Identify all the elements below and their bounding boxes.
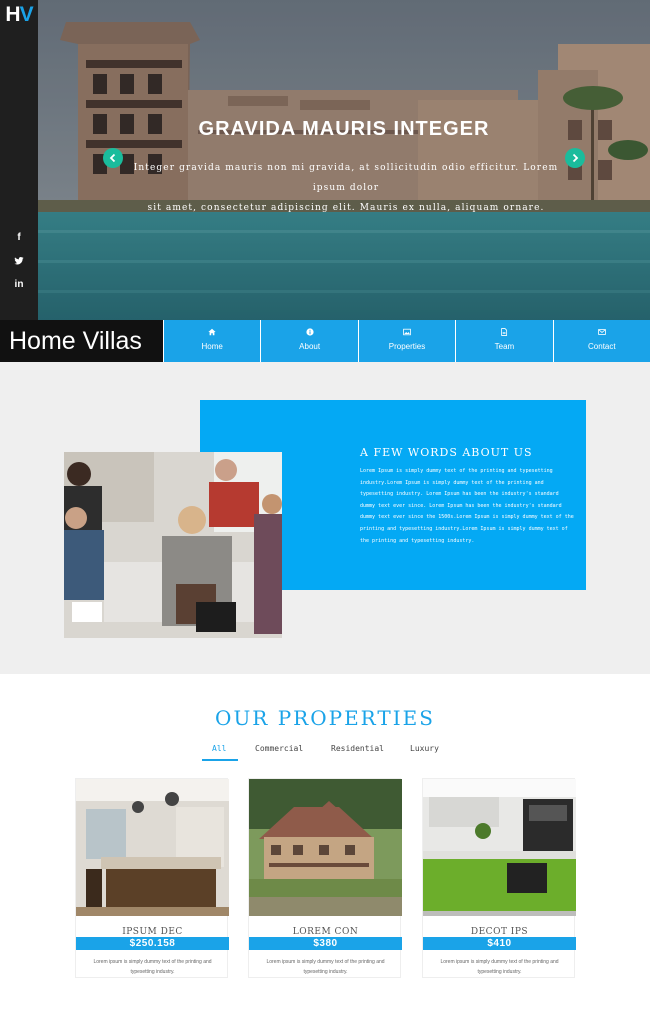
- nav-home[interactable]: Home: [163, 320, 260, 362]
- nav-properties[interactable]: Properties: [357, 320, 455, 362]
- property-description: Lorem ipsum is simply dummy text of the …: [93, 959, 212, 975]
- nav-contact[interactable]: Contact: [552, 320, 650, 362]
- linkedin-glyph: in: [14, 279, 24, 290]
- about-title: A FEW WORDS ABOUT US: [360, 446, 533, 459]
- hero-text: Integer gravida mauris non mi gravida, a…: [130, 158, 562, 218]
- envelope-icon: [597, 329, 606, 335]
- logo-letter-h: H: [5, 3, 20, 26]
- property-card[interactable]: LOREM CON $380 Lorem ipsum is simply dum…: [248, 778, 402, 978]
- property-card[interactable]: DECOT IPS $410 Lorem ipsum is simply dum…: [422, 778, 576, 978]
- property-name: DECOT IPS: [470, 927, 529, 937]
- facebook-icon[interactable]: f: [0, 232, 38, 243]
- nav-about-label: About: [299, 342, 321, 351]
- property-description: Lorem ipsum is simply dummy text of the …: [266, 959, 385, 975]
- facebook-glyph: f: [17, 232, 21, 243]
- twitter-icon[interactable]: [0, 256, 38, 269]
- nav-team-label: Team: [494, 342, 515, 351]
- filter-all[interactable]: All: [212, 744, 226, 753]
- slider-prev-button[interactable]: [103, 148, 123, 168]
- property-photo-house: [249, 779, 402, 916]
- about-text: Lorem Ipsum is simply dummy text of the …: [360, 468, 574, 544]
- document-icon: [501, 328, 508, 336]
- nav-contact-label: Contact: [588, 342, 616, 351]
- info-icon: [306, 328, 314, 336]
- logo-letter-v: V: [19, 3, 34, 26]
- chevron-right-icon: [572, 153, 579, 163]
- nav-about[interactable]: About: [260, 320, 357, 362]
- properties-section: OUR PROPERTIES All Commercial Residentia…: [0, 674, 650, 1036]
- property-name: LOREM CON: [292, 927, 359, 937]
- property-price: $250.158: [76, 937, 229, 950]
- site-logo[interactable]: HV: [0, 0, 38, 30]
- property-name: IPSUM DEC: [122, 927, 183, 937]
- filter-commercial[interactable]: Commercial: [255, 744, 303, 753]
- team-meeting-photo: [64, 452, 282, 638]
- brand-name[interactable]: Home Villas: [0, 320, 163, 362]
- image-icon: [403, 328, 411, 336]
- filter-residential[interactable]: Residential: [331, 744, 384, 753]
- linkedin-icon[interactable]: in: [0, 279, 38, 290]
- hero-slider: GRAVIDA MAURIS INTEGER Integer gravida m…: [38, 0, 650, 320]
- property-price: $380: [249, 937, 402, 950]
- hero-text-line-1: Integer gravida mauris non mi gravida, a…: [133, 163, 559, 193]
- property-photo-kitchen: [76, 779, 229, 916]
- main-nav: Home About Properties Team Contact: [163, 320, 650, 362]
- slider-next-button[interactable]: [565, 148, 585, 168]
- nav-team[interactable]: Team: [455, 320, 552, 362]
- home-icon: [208, 328, 216, 336]
- about-section: A FEW WORDS ABOUT US Lorem Ipsum is simp…: [0, 362, 650, 674]
- filter-active-underline: [202, 759, 238, 761]
- filter-luxury[interactable]: Luxury: [410, 744, 439, 753]
- property-price: $410: [423, 937, 576, 950]
- nav-home-label: Home: [201, 342, 223, 351]
- chevron-left-icon: [109, 153, 116, 163]
- hero-text-line-2: sit amet, consectetur adipiscing elit. M…: [147, 203, 545, 213]
- properties-title: OUR PROPERTIES: [215, 706, 435, 730]
- property-description: Lorem ipsum is simply dummy text of the …: [440, 959, 559, 975]
- sidebar: HV f in: [0, 0, 38, 320]
- nav-properties-label: Properties: [388, 342, 426, 351]
- property-card[interactable]: IPSUM DEC $250.158 Lorem ipsum is simply…: [75, 778, 229, 978]
- property-photo-green-kitchen: [423, 779, 576, 916]
- hero-title: GRAVIDA MAURIS INTEGER: [198, 118, 490, 140]
